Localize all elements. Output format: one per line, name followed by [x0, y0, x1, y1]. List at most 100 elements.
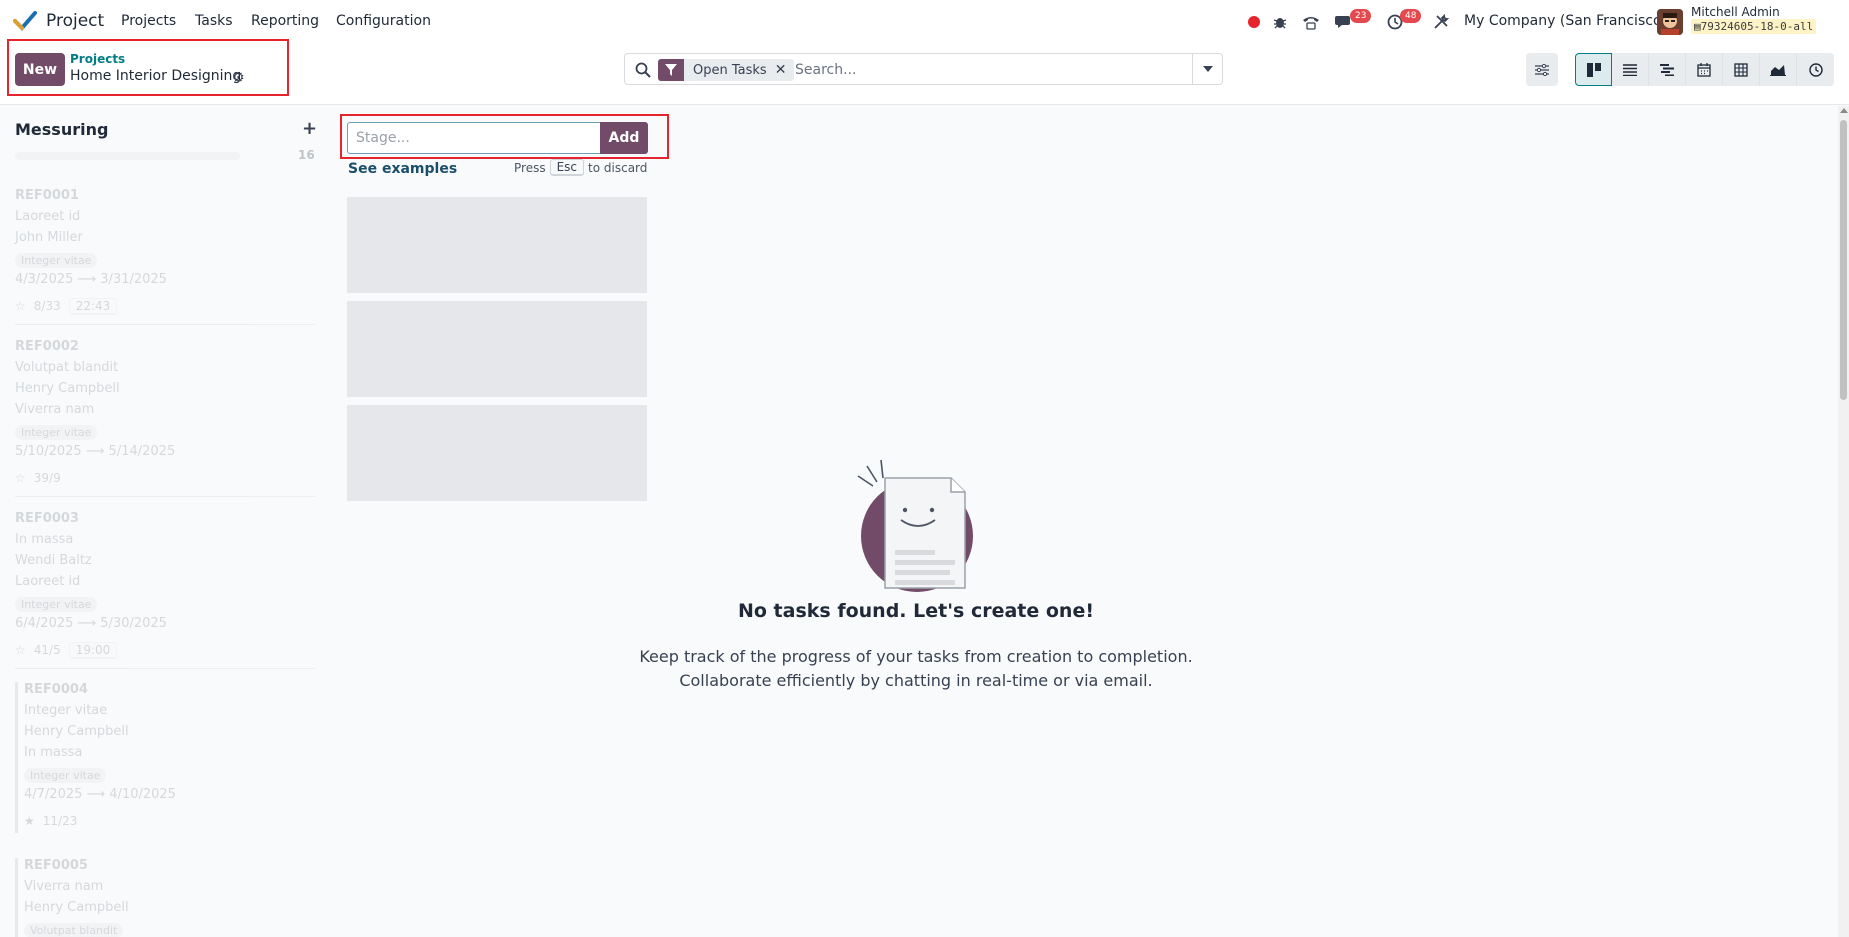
- ghost-column-placeholder: [347, 301, 647, 397]
- ghost-column-placeholder: [347, 197, 647, 293]
- star-icon[interactable]: ★: [24, 814, 35, 828]
- project-app-icon[interactable]: [13, 11, 37, 31]
- checklist-count: 11/23: [42, 814, 78, 828]
- card-ref: REF0003: [15, 511, 79, 526]
- scroll-up-arrow-icon[interactable]: [1840, 108, 1848, 113]
- card-line: Laoreet id: [15, 574, 81, 589]
- star-icon[interactable]: ☆: [15, 299, 26, 313]
- task-card[interactable]: REF0004 Integer vitae Henry Campbell In …: [15, 682, 315, 833]
- menu-configuration[interactable]: Configuration: [336, 13, 431, 29]
- record-icon[interactable]: [1244, 12, 1264, 32]
- card-footer: ★ 11/23: [24, 809, 315, 833]
- card-line: Viverra nam: [24, 879, 104, 894]
- card-line: Laoreet id: [15, 209, 81, 224]
- empty-state-line: Collaborate efficiently by chatting in r…: [679, 671, 1153, 690]
- new-button[interactable]: New: [15, 53, 65, 86]
- task-card[interactable]: REF0002 Volutpat blandit Henry Campbell …: [15, 339, 315, 497]
- vertical-scrollbar[interactable]: [1838, 106, 1849, 937]
- search-input[interactable]: [795, 60, 1175, 80]
- database-name-text: 79324605-18-0-all: [1700, 20, 1814, 33]
- phone-icon[interactable]: [1301, 12, 1321, 32]
- card-line: Integer vitae: [24, 703, 108, 718]
- card-ref: REF0001: [15, 188, 79, 203]
- column-title[interactable]: Messuring: [15, 120, 108, 139]
- filter-panel-button[interactable]: [1526, 53, 1558, 86]
- task-card[interactable]: REF0001 Laoreet id John Miller Integer v…: [15, 188, 315, 325]
- star-icon[interactable]: ☆: [15, 471, 26, 485]
- breadcrumb-projects[interactable]: Projects: [70, 52, 125, 66]
- checklist-count: 39/9: [33, 471, 61, 485]
- card-dates: 5/10/2025 ⟶ 5/14/2025: [15, 444, 176, 459]
- card-line: Volutpat blandit: [15, 360, 119, 375]
- clock-icon: [1808, 62, 1823, 77]
- card-tag: Integer vitae: [15, 425, 98, 440]
- sliders-icon: [1535, 63, 1549, 76]
- breadcrumb-current: Home Interior Designing: [70, 68, 242, 84]
- card-footer: ☆ 8/33 22:43: [15, 294, 315, 318]
- empty-state-line: Keep track of the progress of your tasks…: [639, 647, 1193, 666]
- card-line: Wendi Baltz: [15, 553, 92, 568]
- column-count: 16: [298, 148, 315, 162]
- filter-icon: [658, 59, 684, 81]
- card-line: In massa: [24, 745, 83, 760]
- search-icon[interactable]: [635, 62, 651, 78]
- database-name: ▤79324605-18-0-all: [1691, 19, 1817, 34]
- activities-count-badge: 48: [1400, 9, 1422, 23]
- esc-key: Esc: [549, 159, 585, 176]
- control-panel: New Projects Home Interior Designing ⚙ O…: [0, 39, 1849, 105]
- activity-view-button[interactable]: [1797, 53, 1834, 86]
- debug-bug-icon[interactable]: [1270, 12, 1290, 32]
- column-progress-bar: [15, 152, 240, 160]
- card-time: 22:43: [68, 297, 118, 315]
- card-tag: Integer vitae: [15, 253, 98, 268]
- menu-reporting[interactable]: Reporting: [251, 13, 319, 29]
- list-icon: [1623, 63, 1637, 76]
- company-switcher[interactable]: My Company (San Francisco): [1464, 13, 1667, 29]
- top-navbar: Project Projects Tasks Reporting Configu…: [0, 0, 1849, 43]
- list-view-button[interactable]: [1612, 53, 1649, 86]
- card-line: Henry Campbell: [24, 724, 129, 739]
- tools-icon[interactable]: [1431, 12, 1451, 32]
- scrollbar-thumb[interactable]: [1840, 120, 1847, 400]
- menu-tasks[interactable]: Tasks: [195, 13, 233, 29]
- calendar-icon: [1697, 62, 1711, 77]
- area-chart-icon: [1770, 64, 1786, 76]
- caret-down-icon: [1202, 66, 1213, 72]
- calendar-view-button[interactable]: [1686, 53, 1723, 86]
- gantt-icon: [1660, 63, 1674, 76]
- card-dates: 4/7/2025 ⟶ 4/10/2025: [24, 787, 176, 802]
- gantt-view-button[interactable]: [1649, 53, 1686, 86]
- task-card[interactable]: REF0003 In massa Wendi Baltz Laoreet id …: [15, 511, 315, 669]
- card-ref: REF0005: [24, 858, 88, 873]
- search-options-toggle[interactable]: [1192, 54, 1222, 84]
- add-stage-button[interactable]: Add: [600, 122, 648, 154]
- card-tag: Volutpat blandit: [24, 923, 124, 937]
- hint-tail: to discard: [588, 160, 648, 175]
- user-avatar[interactable]: [1657, 9, 1683, 35]
- empty-state-title: No tasks found. Let's create one!: [737, 600, 1095, 622]
- graph-view-button[interactable]: [1760, 53, 1797, 86]
- menu-projects[interactable]: Projects: [121, 13, 176, 29]
- column-quick-add-icon[interactable]: +: [302, 118, 317, 139]
- empty-document-illustration: [857, 459, 973, 592]
- kanban-view-button[interactable]: [1575, 53, 1612, 86]
- search-facet: Open Tasks ✕: [658, 59, 795, 81]
- app-name[interactable]: Project: [46, 11, 104, 31]
- search-bar: Open Tasks ✕: [624, 53, 1223, 85]
- card-line: Henry Campbell: [15, 381, 120, 396]
- facet-label: Open Tasks: [693, 62, 767, 78]
- see-examples-link[interactable]: See examples: [348, 161, 457, 177]
- card-divider: [15, 668, 315, 669]
- card-line: In massa: [15, 532, 74, 547]
- table-icon: [1734, 62, 1748, 77]
- stage-name-input[interactable]: [356, 128, 596, 148]
- facet-remove-icon[interactable]: ✕: [775, 62, 795, 78]
- checklist-count: 8/33: [33, 299, 61, 313]
- user-name[interactable]: Mitchell Admin: [1691, 5, 1780, 19]
- card-dates: 4/3/2025 ⟶ 3/31/2025: [15, 272, 167, 287]
- pivot-view-button[interactable]: [1723, 53, 1760, 86]
- card-divider: [15, 324, 315, 325]
- task-card[interactable]: REF0005 Viverra nam Henry Campbell Volut…: [15, 858, 315, 937]
- gear-icon[interactable]: ⚙: [232, 70, 245, 86]
- kanban-icon: [1586, 62, 1601, 77]
